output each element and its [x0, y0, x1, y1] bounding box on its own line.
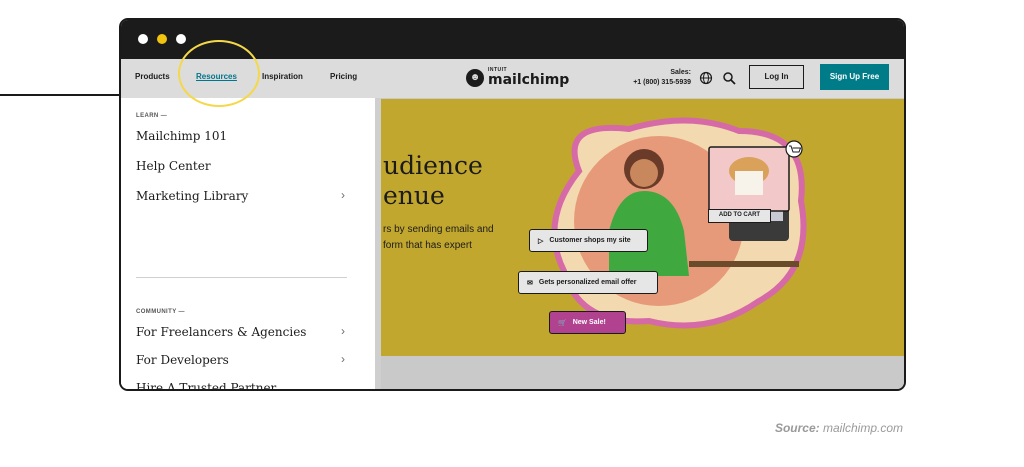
source-caption: Source: mailchimp.com	[775, 421, 903, 435]
customer-shops-chip: ▷ Customer shops my site	[529, 229, 648, 252]
add-to-cart-chip: ADD TO CART	[708, 209, 771, 223]
nav-inspiration[interactable]: Inspiration	[262, 72, 303, 81]
email-offer-chip: ✉ Gets personalized email offer	[518, 271, 658, 294]
logo-brand-name: mailchimp	[488, 72, 570, 88]
freddie-logo-icon: ☻	[466, 68, 484, 87]
source-value: mailchimp.com	[822, 421, 903, 435]
customer-shops-label: Customer shops my site	[549, 237, 631, 244]
menu-item-developers[interactable]: For Developers	[136, 353, 229, 367]
mailchimp-logo[interactable]: ☻ INTUIT mailchimp	[466, 68, 569, 87]
email-offer-label: Gets personalized email offer	[538, 279, 637, 286]
hero-illustration	[551, 117, 807, 329]
source-prefix: Source:	[774, 421, 820, 435]
window-dot-close[interactable]	[138, 34, 148, 44]
sales-contact[interactable]: Sales: +1 (800) 315-5939	[619, 68, 691, 88]
cart-icon: 🛒	[558, 319, 567, 327]
new-sale-chip: 🛒 New Sale!	[549, 311, 626, 334]
new-sale-label: New Sale!	[572, 319, 606, 326]
menu-item-mailchimp-101[interactable]: Mailchimp 101	[136, 129, 227, 143]
login-button[interactable]: Log In	[749, 65, 804, 89]
globe-icon[interactable]	[699, 71, 713, 85]
nav-products[interactable]: Products	[135, 72, 170, 81]
chevron-right-icon[interactable]: ›	[341, 324, 345, 338]
menu-item-freelancers[interactable]: For Freelancers & Agencies	[136, 325, 306, 339]
highlight-circle	[178, 40, 260, 107]
sales-label: Sales:	[670, 69, 691, 76]
resources-dropdown: LEARN — Mailchimp 101 Help Center Market…	[121, 98, 381, 389]
chevron-right-icon[interactable]: ›	[341, 352, 345, 366]
window-dot-maximize[interactable]	[176, 34, 186, 44]
website-viewport: ☻ INTUIT mailchimp Sales: +1 (800) 315-5…	[121, 59, 904, 389]
menu-item-marketing-library[interactable]: Marketing Library	[136, 189, 248, 203]
hero-body-line2: form that has expert	[383, 240, 472, 251]
hero-body-line1: rs by sending emails and	[383, 224, 494, 235]
menu-item-hire-partner[interactable]: Hire A Trusted Partner	[136, 381, 276, 389]
menu-divider	[136, 277, 347, 278]
hero-title-line1: udience	[383, 151, 483, 180]
learn-heading: LEARN —	[136, 113, 168, 119]
nav-pricing[interactable]: Pricing	[330, 72, 357, 81]
signup-button[interactable]: Sign Up Free	[820, 64, 889, 90]
sales-phone: +1 (800) 315-5939	[633, 79, 691, 86]
search-icon[interactable]	[722, 71, 736, 85]
window-dot-minimize[interactable]	[157, 34, 167, 44]
menu-item-help-center[interactable]: Help Center	[136, 159, 211, 173]
hero-title-line2: enue	[383, 181, 445, 210]
community-heading: COMMUNITY —	[136, 309, 185, 315]
play-icon: ▷	[538, 237, 544, 245]
envelope-icon: ✉	[527, 279, 533, 287]
chevron-right-icon[interactable]: ›	[341, 188, 345, 202]
